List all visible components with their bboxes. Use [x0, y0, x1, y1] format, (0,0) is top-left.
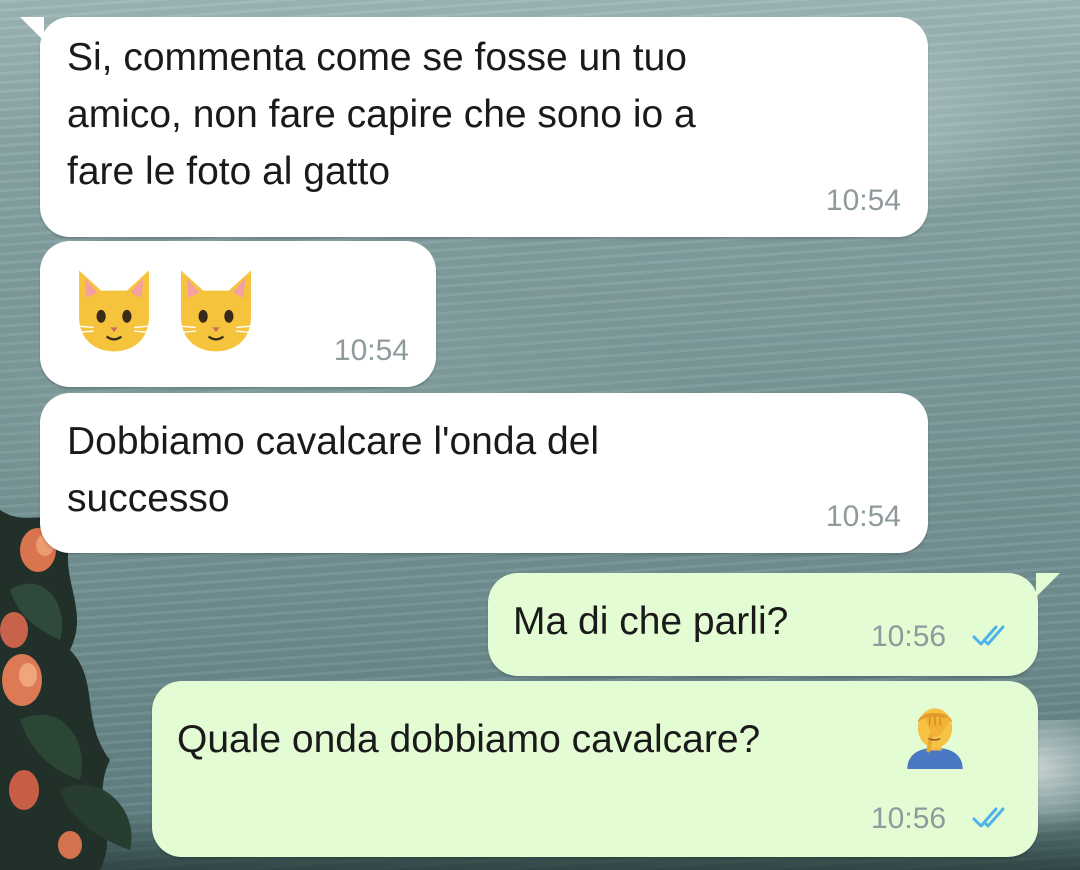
message-text: Ma di che parli?: [513, 600, 789, 643]
message-text: Quale onda dobbiamo cavalcare?: [177, 718, 761, 761]
cat-face-icon: [173, 270, 259, 352]
message-bubble-outgoing[interactable]: Quale onda dobbiamo cavalcare? 10:56: [152, 681, 1038, 857]
message-list: Si, commenta come se fosse un tuo amico,…: [0, 0, 1080, 870]
message-bubble-outgoing[interactable]: Ma di che parli? 10:56: [488, 573, 1060, 676]
message-time: 10:54: [333, 334, 409, 367]
read-double-check-icon: [972, 807, 1005, 828]
bubble-tail: [20, 17, 44, 41]
message-text: Dobbiamo cavalcare l'onda del successo: [67, 420, 600, 520]
message-time: 10:56: [871, 620, 947, 653]
read-double-check-icon: [972, 625, 1005, 646]
message-bubble-incoming[interactable]: Si, commenta come se fosse un tuo amico,…: [20, 17, 928, 237]
message-time: 10:54: [825, 184, 901, 217]
message-time: 10:54: [825, 500, 901, 533]
message-text: Si, commenta come se fosse un tuo amico,…: [67, 36, 696, 193]
message-bubble-incoming[interactable]: 10:54: [40, 241, 436, 387]
facepalm-icon: [907, 708, 963, 769]
bubble-tail: [1036, 573, 1060, 597]
message-bubble-incoming[interactable]: Dobbiamo cavalcare l'onda del successo 1…: [40, 393, 928, 553]
cat-face-icon: [71, 270, 157, 352]
message-time: 10:56: [871, 802, 947, 835]
